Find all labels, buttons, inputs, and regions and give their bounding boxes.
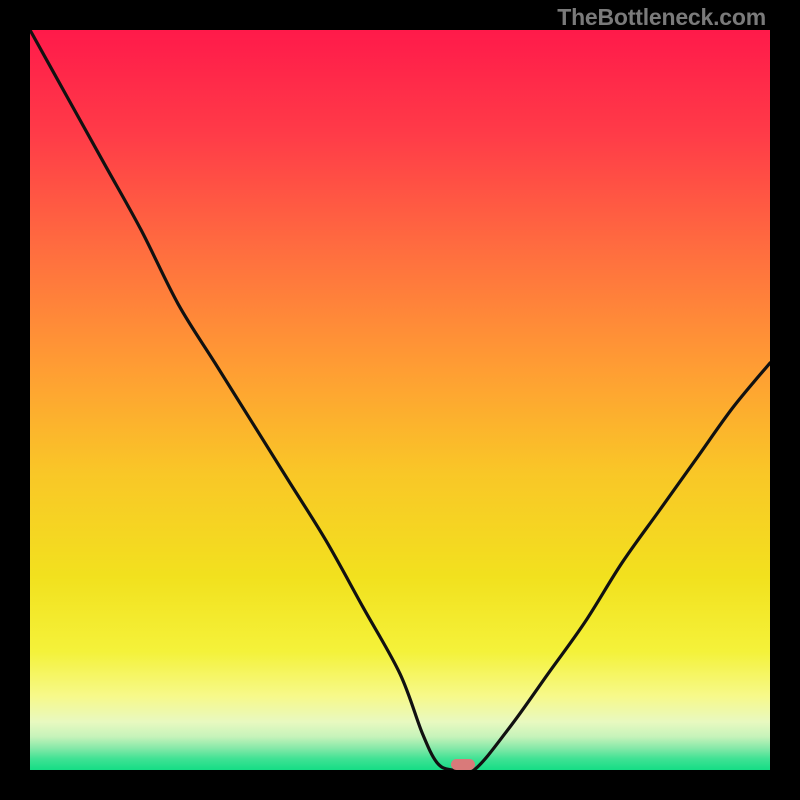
plot-area — [30, 30, 770, 770]
watermark-label: TheBottleneck.com — [557, 4, 766, 31]
bottleneck-curve — [30, 30, 770, 770]
optimal-marker — [451, 759, 475, 770]
chart-border-bottom — [0, 770, 800, 800]
chart-border-left — [0, 0, 30, 800]
bottleneck-chart: TheBottleneck.com — [0, 0, 800, 800]
chart-border-right — [770, 0, 800, 800]
